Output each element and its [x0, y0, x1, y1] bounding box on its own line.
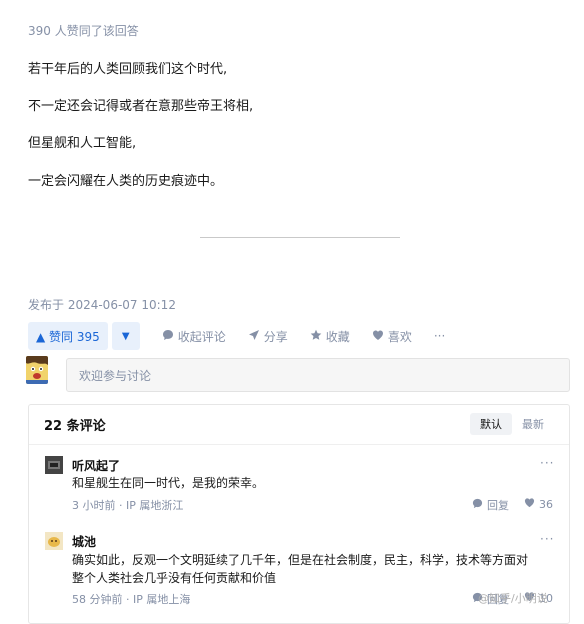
comment-meta: 3 小时前 · IP 属地浙江	[72, 499, 184, 512]
heart-icon	[524, 497, 535, 511]
comment-more-button[interactable]: ···	[540, 532, 554, 546]
star-icon	[310, 329, 322, 344]
answer-paragraph: 不一定还会记得或者在意那些帝王将相,	[28, 99, 254, 114]
collapse-comments-button[interactable]: 收起评论	[162, 328, 226, 345]
comment-like-count: 36	[539, 497, 553, 511]
watermark-text: @知乎/小明说	[478, 592, 548, 605]
content-divider	[200, 237, 400, 238]
answer-action-bar: ▲ 赞同 395 ▼ 收起评论 分享 收藏 喜欢 ···	[28, 322, 445, 350]
current-user-avatar	[26, 356, 48, 384]
share-icon	[248, 329, 260, 344]
comment-meta: 58 分钟前 · IP 属地上海	[72, 593, 191, 606]
answer-paragraph: 一定会闪耀在人类的历史痕迹中。	[28, 174, 224, 189]
share-label: 分享	[263, 329, 288, 344]
share-button[interactable]: 分享	[248, 328, 288, 345]
reply-label: 回复	[487, 499, 509, 512]
like-label: 喜欢	[387, 329, 412, 344]
comment-text: 确实如此，反观一个文明延续了几千年，但是在社会制度，民主，科学，技术等方面对	[72, 553, 529, 567]
commenter-name[interactable]: 城池	[72, 533, 96, 550]
favorite-label: 收藏	[325, 329, 350, 344]
publish-time: 发布于 2024-06-07 10:12	[28, 298, 176, 312]
commenter-avatar[interactable]	[45, 532, 63, 550]
comment-text: 整个人类社会几乎没有任何贡献和价值	[72, 571, 277, 585]
comment-icon	[162, 329, 174, 344]
comment-input[interactable]: 欢迎参与讨论	[66, 358, 570, 392]
comments-count-title: 22 条评论	[44, 419, 106, 434]
comment-more-button[interactable]: ···	[540, 456, 554, 470]
comment-sort-toggle: 默认 最新	[470, 413, 554, 435]
comments-header-divider	[29, 444, 569, 445]
comment-text: 和星舰生在同一时代，是我的荣幸。	[72, 476, 265, 490]
like-button[interactable]: 喜欢	[372, 328, 412, 345]
upvote-button[interactable]: ▲ 赞同 395	[28, 322, 108, 350]
downvote-button[interactable]: ▼	[111, 322, 140, 350]
approve-count: 390 人赞同了该回答	[28, 24, 139, 38]
comment-like-button[interactable]: 36	[524, 497, 553, 511]
commenter-avatar[interactable]	[45, 456, 63, 474]
more-actions-button[interactable]: ···	[434, 329, 445, 343]
sort-latest-tab[interactable]: 最新	[512, 413, 554, 435]
more-icon: ···	[433, 329, 446, 343]
favorite-button[interactable]: 收藏	[310, 328, 350, 345]
answer-paragraph: 若干年后的人类回顾我们这个时代,	[28, 62, 228, 77]
reply-icon	[472, 498, 483, 512]
reply-button[interactable]: 回复	[472, 497, 509, 513]
commenter-name[interactable]: 听风起了	[72, 457, 120, 474]
answer-paragraph: 但星舰和人工智能,	[28, 136, 137, 151]
sort-default-tab[interactable]: 默认	[470, 413, 512, 435]
heart-icon	[372, 329, 384, 344]
collapse-comments-label: 收起评论	[177, 329, 226, 344]
